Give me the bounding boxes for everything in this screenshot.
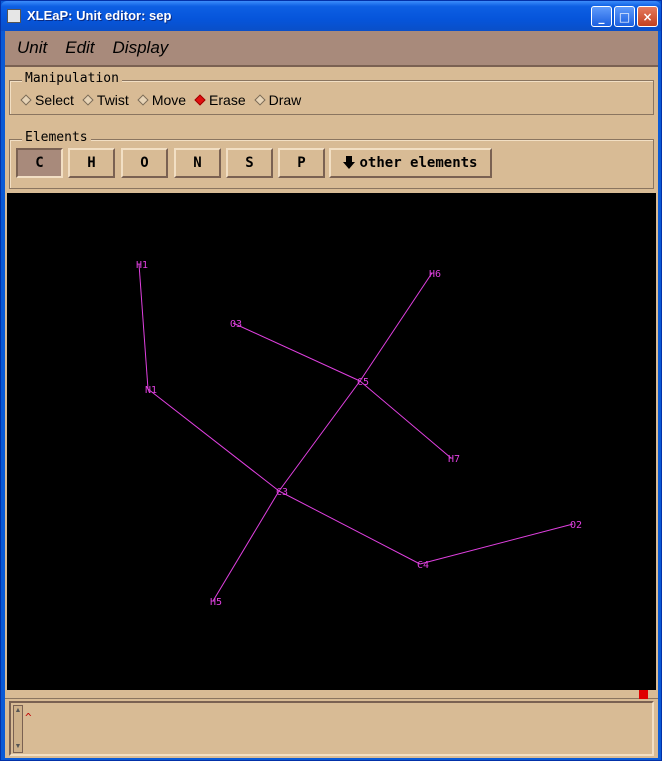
atom-O2[interactable]: O2 xyxy=(570,520,582,531)
elements-group: Elements C H O N S P other elements xyxy=(9,130,654,189)
atom-H7[interactable]: H7 xyxy=(448,454,460,465)
atom-H1[interactable]: H1 xyxy=(136,260,148,271)
bond-N1-C3[interactable] xyxy=(147,388,280,492)
elements-label: Elements xyxy=(22,130,91,145)
atom-O3[interactable]: O3 xyxy=(230,319,242,330)
radio-move[interactable]: Move xyxy=(137,92,186,108)
element-button-o[interactable]: O xyxy=(121,148,168,178)
element-button-h[interactable]: H xyxy=(68,148,115,178)
radio-draw-label: Draw xyxy=(268,92,302,108)
radio-diamond-icon xyxy=(253,94,266,106)
scroll-down-icon[interactable]: ▼ xyxy=(14,743,22,751)
radio-select-label: Select xyxy=(35,92,74,108)
radio-diamond-icon xyxy=(20,94,32,106)
atom-H6[interactable]: H6 xyxy=(429,269,441,280)
title-bar[interactable]: XLEaP: Unit editor: sep _ □ × xyxy=(1,1,661,31)
radio-erase-label: Erase xyxy=(209,92,246,108)
scroll-up-icon[interactable]: ▲ xyxy=(14,707,22,715)
other-elements-label: other elements xyxy=(359,155,478,171)
molecule-canvas[interactable]: H1 N1 C3 C4 O2 H5 C5 H6 O3 H7 xyxy=(7,193,656,690)
manipulation-label: Manipulation xyxy=(22,71,122,86)
bond-C5-H6[interactable] xyxy=(359,272,433,382)
bond-C5-H7[interactable] xyxy=(359,380,452,459)
radio-draw[interactable]: Draw xyxy=(253,92,302,108)
status-indicator xyxy=(639,690,648,699)
menu-bar: Unit Edit Display xyxy=(5,31,658,67)
bond-H1-N1[interactable] xyxy=(138,263,149,390)
atom-C3[interactable]: C3 xyxy=(276,487,288,498)
console-scrollbar[interactable]: ▲ ▼ xyxy=(13,705,23,753)
atom-N1[interactable]: N1 xyxy=(145,385,157,396)
arrow-down-icon xyxy=(343,155,356,169)
close-button[interactable]: × xyxy=(637,6,658,27)
maximize-button[interactable]: □ xyxy=(614,6,635,27)
element-button-p[interactable]: P xyxy=(278,148,325,178)
unit-editor-window: XLEaP: Unit editor: sep _ □ × Unit Edit … xyxy=(0,0,662,761)
manipulation-options: Select Twist Move Erase Draw xyxy=(20,92,309,108)
element-button-s[interactable]: S xyxy=(226,148,273,178)
console-caret: ^ xyxy=(25,711,32,724)
pane-divider[interactable] xyxy=(5,691,658,699)
minimize-button[interactable]: _ xyxy=(591,6,612,27)
bond-C3-C4[interactable] xyxy=(278,490,421,565)
bond-C3-C5[interactable] xyxy=(278,380,361,492)
radio-diamond-icon xyxy=(137,94,149,106)
radio-select[interactable]: Select xyxy=(20,92,74,108)
radio-diamond-icon xyxy=(82,94,94,106)
atom-C4[interactable]: C4 xyxy=(417,560,429,571)
bond-C3-H5[interactable] xyxy=(212,490,280,602)
radio-move-label: Move xyxy=(151,92,187,108)
atom-H5[interactable]: H5 xyxy=(210,597,222,608)
radio-erase[interactable]: Erase xyxy=(194,92,246,108)
radio-twist[interactable]: Twist xyxy=(82,92,129,108)
window-title: XLEaP: Unit editor: sep xyxy=(27,8,172,23)
command-console[interactable]: ▲ ▼ ^ xyxy=(9,701,654,756)
other-elements-button[interactable]: other elements xyxy=(329,148,492,178)
element-button-c[interactable]: C xyxy=(16,148,63,178)
manipulation-group: Manipulation Select Twist Move Erase Dra… xyxy=(9,71,654,115)
app-icon xyxy=(7,9,21,23)
window-client-area: Unit Edit Display Manipulation Select Tw… xyxy=(5,31,658,758)
radio-diamond-selected-icon xyxy=(194,94,206,106)
menu-display[interactable]: Display xyxy=(113,38,169,58)
molecule-drawing[interactable]: H1 N1 C3 C4 O2 H5 C5 H6 O3 H7 xyxy=(7,193,656,690)
bond-O3-C5[interactable] xyxy=(232,322,361,382)
bond-C4-O2[interactable] xyxy=(419,523,574,565)
menu-unit[interactable]: Unit xyxy=(17,38,47,58)
element-button-n[interactable]: N xyxy=(174,148,221,178)
menu-edit[interactable]: Edit xyxy=(65,38,94,58)
radio-twist-label: Twist xyxy=(96,92,129,108)
atom-C5[interactable]: C5 xyxy=(357,377,369,388)
